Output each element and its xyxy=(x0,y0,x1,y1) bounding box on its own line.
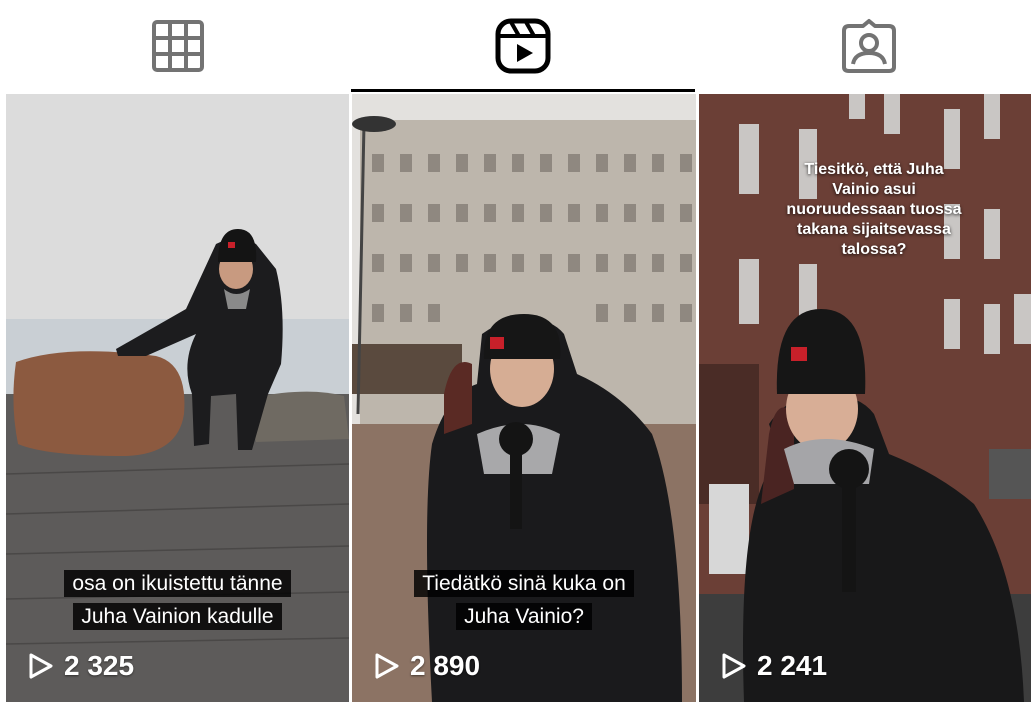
caption-line: Tiedätkö sinä kuka on xyxy=(414,570,634,597)
caption-line: osa on ikuistettu tänne xyxy=(64,570,291,597)
reel-1-caption: osa on ikuistettu tänne Juha Vainion kad… xyxy=(6,570,349,630)
profile-tab-bar xyxy=(0,0,1031,92)
reels-grid: osa on ikuistettu tänne Juha Vainion kad… xyxy=(6,94,1031,702)
tab-tagged[interactable] xyxy=(697,0,1031,92)
reels-icon xyxy=(495,18,550,74)
reel-3-overlay-text: Tiesitkö, että Juha Vainio asui nuoruude… xyxy=(786,161,962,258)
tab-reels[interactable] xyxy=(351,0,694,92)
reel-1-play-count: 2 325 xyxy=(28,650,134,682)
caption-line: Juha Vainion kadulle xyxy=(73,603,282,630)
play-icon xyxy=(29,653,53,679)
grid-icon xyxy=(151,20,204,72)
reel-thumbnail-3[interactable]: Tiesitkö, että Juha Vainio asui nuoruude… xyxy=(699,94,1031,702)
tagged-icon xyxy=(841,19,896,73)
play-icon xyxy=(375,653,399,679)
reel-2-caption: Tiedätkö sinä kuka on Juha Vainio? xyxy=(352,570,696,630)
play-count-value: 2 325 xyxy=(64,650,135,681)
tab-grid[interactable] xyxy=(6,0,349,92)
play-count-value: 2 241 xyxy=(757,650,828,681)
reel-2-play-count: 2 890 xyxy=(374,650,480,682)
play-icon xyxy=(722,653,746,679)
reel-thumbnail-1[interactable]: osa on ikuistettu tänne Juha Vainion kad… xyxy=(6,94,349,702)
reel-thumbnail-2[interactable]: Tiedätkö sinä kuka on Juha Vainio? 2 890 xyxy=(352,94,696,702)
caption-line: Juha Vainio? xyxy=(456,603,592,630)
active-tab-indicator xyxy=(351,89,695,92)
play-count-value: 2 890 xyxy=(410,650,481,681)
reel-3-play-count: 2 241 xyxy=(721,650,827,682)
